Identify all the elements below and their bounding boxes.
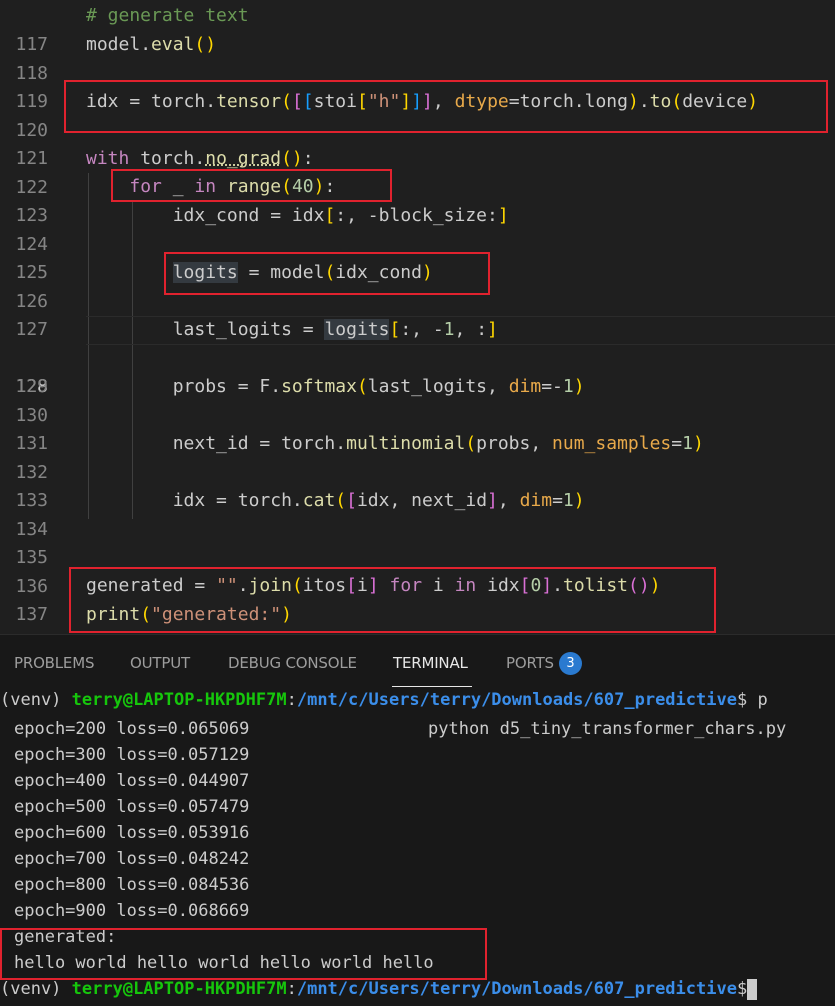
prompt-user: terry@LAPTOP-HKPDHF7M <box>71 690 287 710</box>
tab-output[interactable]: OUTPUT <box>130 654 190 672</box>
code-line-current[interactable]: 128 last_logits = logits[:, -1, :] <box>0 316 835 397</box>
annotation-box-logits <box>164 252 490 295</box>
epoch-log: epoch=200 loss=0.065069 <box>14 719 250 739</box>
terminal-output-line: epoch=600 loss=0.053916 <box>14 823 250 843</box>
tab-problems[interactable]: PROBLEMS <box>14 654 94 672</box>
terminal-output-line: epoch=900 loss=0.068669 <box>14 901 250 921</box>
code-text: model.eval() <box>86 34 217 55</box>
prompt-sep: : <box>286 690 297 710</box>
bottom-panel: PROBLEMS OUTPUT DEBUG CONSOLE TERMINAL P… <box>0 634 835 1006</box>
panel-tabs: PROBLEMS OUTPUT DEBUG CONSOLE TERMINAL P… <box>0 635 835 691</box>
code-text: # generate text <box>86 5 249 26</box>
terminal-output-line: epoch=400 loss=0.044907 <box>14 771 250 791</box>
terminal-output-line: epoch=800 loss=0.084536 <box>14 875 250 895</box>
code-text: idx = torch.cat([idx, next_id], dim=1) <box>172 490 585 511</box>
tab-debug-console[interactable]: DEBUG CONSOLE <box>228 654 357 672</box>
tab-terminal[interactable]: TERMINAL <box>393 654 468 672</box>
code-line[interactable]: 124 idx_cond = idx[:, -block_size:] <box>0 202 835 255</box>
code-line[interactable]: 117 # generate text <box>0 2 835 55</box>
terminal-output-line: epoch=500 loss=0.057479 <box>14 797 250 817</box>
code-line[interactable]: 133 <box>0 458 835 511</box>
annotation-box-tensor-init <box>64 80 828 133</box>
prompt-sep: : <box>286 979 297 999</box>
prompt-end: $ <box>736 979 748 999</box>
command-start: p <box>757 690 768 710</box>
code-line[interactable]: 129 <box>0 344 835 397</box>
prompt-user: terry@LAPTOP-HKPDHF7M <box>71 979 287 999</box>
terminal-output-line: epoch=300 loss=0.057129 <box>14 745 250 765</box>
code-line[interactable]: 131 <box>0 401 835 454</box>
code-text: probs = F.softmax(last_logits, dim=-1) <box>172 376 585 397</box>
annotation-box-for-loop <box>111 169 392 202</box>
code-editor[interactable]: 117 # generate text 118 model.eval() 119… <box>0 0 835 634</box>
ports-count-badge: 3 <box>559 652 582 675</box>
annotation-box-output <box>0 928 487 980</box>
prompt-path: /mnt/c/Users/terry/Downloads/607_predict… <box>296 979 737 999</box>
prompt-end: $ <box>736 690 758 710</box>
terminal-prompt-line[interactable]: (venv) terry@LAPTOP-HKPDHF7M:/mnt/c/User… <box>0 976 758 1002</box>
code-text: next_id = torch.multinomial(probs, num_s… <box>172 433 704 454</box>
command-wrap-text: python d5_tiny_transformer_chars.py <box>428 719 787 739</box>
code-line[interactable]: 132 next_id = torch.multinomial(probs, n… <box>0 430 835 483</box>
terminal-output-line: epoch=700 loss=0.048242 <box>14 849 250 869</box>
terminal-cursor <box>747 978 758 1000</box>
venv-label: (venv) <box>0 690 72 710</box>
tab-ports[interactable]: PORTS <box>506 654 554 672</box>
annotation-box-generated <box>69 567 716 633</box>
venv-label: (venv) <box>0 979 72 999</box>
code-line[interactable]: 135 <box>0 515 835 568</box>
code-line[interactable]: 130 probs = F.softmax(last_logits, dim=-… <box>0 373 835 426</box>
code-line[interactable]: 134 idx = torch.cat([idx, next_id], dim=… <box>0 487 835 540</box>
code-text: idx_cond = idx[:, -block_size:] <box>172 205 509 226</box>
prompt-path: /mnt/c/Users/terry/Downloads/607_predict… <box>296 690 737 710</box>
code-text: last_logits = logits[:, -1, :] <box>172 319 498 340</box>
terminal-output-line: epoch=200 loss=0.065069 <box>14 716 249 742</box>
code-line[interactable]: 118 model.eval() <box>0 31 835 84</box>
terminal-prompt-line[interactable]: (venv) terry@LAPTOP-HKPDHF7M:/mnt/c/User… <box>0 687 768 713</box>
